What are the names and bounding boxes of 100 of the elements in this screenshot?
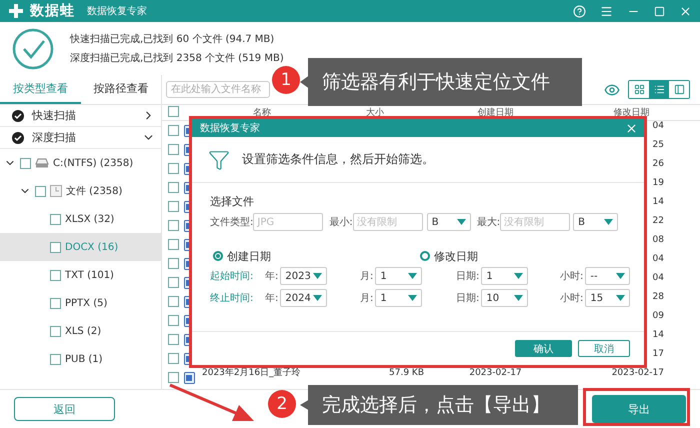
dropdown-icon bbox=[313, 273, 322, 279]
max-size-field[interactable]: 没有限制 bbox=[500, 213, 570, 231]
date-dropdown[interactable]: 10 bbox=[481, 289, 528, 307]
back-button[interactable]: 返回 bbox=[14, 397, 115, 421]
field-label: 月: bbox=[360, 270, 374, 283]
app-name: 数据蛙 bbox=[30, 2, 75, 20]
confirm-button[interactable]: 确认 bbox=[515, 340, 572, 357]
table-cell: 57.9 KB bbox=[389, 368, 424, 379]
date-type-radio[interactable]: 创建日期 bbox=[213, 248, 420, 264]
table-cell: 14 bbox=[652, 197, 664, 208]
checkbox[interactable] bbox=[168, 258, 179, 269]
checkbox[interactable] bbox=[168, 239, 179, 250]
column-header[interactable]: 创建日期 bbox=[428, 106, 563, 119]
search-field[interactable]: 在此处输入文件名称 bbox=[166, 81, 270, 98]
view-tab[interactable]: 按类型查看 bbox=[0, 75, 80, 104]
checkbox[interactable] bbox=[168, 163, 179, 174]
checkbox[interactable] bbox=[20, 158, 31, 168]
step-number: 2 bbox=[268, 390, 296, 418]
tree-item[interactable]: TXT (101) bbox=[0, 261, 161, 289]
checkbox[interactable] bbox=[168, 125, 179, 136]
close-icon[interactable] bbox=[679, 4, 692, 18]
checkbox[interactable] bbox=[168, 315, 179, 326]
maximize-icon[interactable] bbox=[654, 6, 665, 16]
date-dropdown[interactable]: 1 bbox=[375, 289, 422, 307]
drive-icon bbox=[35, 158, 49, 168]
unit-dropdown[interactable]: B bbox=[573, 213, 618, 231]
checkbox[interactable] bbox=[168, 296, 179, 307]
checkbox[interactable] bbox=[168, 372, 179, 383]
preview-eye-icon[interactable] bbox=[604, 82, 620, 98]
checkbox[interactable] bbox=[50, 270, 61, 280]
checkbox[interactable] bbox=[35, 186, 46, 196]
checkbox[interactable] bbox=[168, 220, 179, 231]
scan-item[interactable]: 快速扫描 bbox=[0, 105, 161, 127]
tree-item[interactable]: XLS (2) bbox=[0, 317, 161, 345]
close-icon[interactable] bbox=[625, 122, 638, 134]
window-title: 数据恢复专家 bbox=[87, 4, 147, 18]
date-dropdown[interactable]: 2023 bbox=[280, 267, 328, 285]
dropdown-icon bbox=[514, 273, 524, 279]
view-mode-button[interactable] bbox=[649, 81, 669, 98]
table-cell: 2023-02-17 bbox=[469, 368, 522, 379]
table-cell: 04 bbox=[652, 254, 664, 265]
unit-dropdown[interactable]: B bbox=[426, 213, 471, 231]
tree-item[interactable]: XLSX (32) bbox=[0, 205, 161, 233]
field-label: 年: bbox=[265, 270, 278, 283]
checkbox[interactable] bbox=[168, 106, 179, 117]
export-button[interactable]: 导出 bbox=[592, 395, 686, 423]
field-label: 小时: bbox=[560, 270, 584, 283]
tree-item[interactable]: PUB (1) bbox=[0, 345, 161, 373]
field-label: 年: bbox=[265, 292, 278, 305]
cancel-button[interactable]: 取消 bbox=[578, 340, 630, 357]
table-cell: 26 bbox=[652, 159, 664, 170]
column-header[interactable]: 名称 bbox=[202, 106, 322, 119]
dropdown-icon bbox=[456, 219, 466, 225]
checkbox[interactable] bbox=[50, 354, 61, 364]
column-header[interactable]: 大小 bbox=[322, 106, 428, 119]
date-dropdown[interactable]: 15 bbox=[585, 289, 630, 307]
date-dropdown[interactable]: 1 bbox=[481, 267, 528, 285]
table-cell: 2023-02-17 bbox=[612, 368, 664, 379]
table-cell: 22 bbox=[652, 216, 664, 227]
checkbox[interactable] bbox=[168, 144, 179, 155]
checkbox[interactable] bbox=[50, 214, 61, 224]
menu-icon[interactable] bbox=[600, 4, 613, 18]
checkbox[interactable] bbox=[168, 201, 179, 212]
checkbox[interactable] bbox=[168, 353, 179, 364]
date-type-radio[interactable]: 修改日期 bbox=[420, 248, 540, 264]
table-cell: 14 bbox=[652, 330, 664, 341]
checkbox[interactable] bbox=[50, 242, 61, 252]
view-tab[interactable]: 按路径查看 bbox=[80, 75, 161, 104]
folder-icon bbox=[50, 185, 62, 197]
field-label: 最小: bbox=[329, 216, 353, 229]
checkbox[interactable] bbox=[50, 298, 61, 308]
date-dropdown[interactable]: 2024 bbox=[280, 289, 328, 307]
scan-item[interactable]: 深度扫描 bbox=[0, 127, 161, 149]
table-cell: 19 bbox=[652, 178, 664, 189]
checkbox[interactable] bbox=[168, 277, 179, 288]
checkbox[interactable] bbox=[168, 334, 179, 345]
check-circle-icon bbox=[12, 110, 24, 122]
dropdown-icon bbox=[616, 273, 625, 279]
callout-tooltip: 完成选择后，点击【导出】 bbox=[300, 385, 578, 425]
field-label: 日期: bbox=[456, 270, 480, 283]
field-label: 小时: bbox=[560, 292, 584, 305]
tree-item[interactable]: PPTX (5) bbox=[0, 289, 161, 317]
tree-item[interactable]: 文件 (2358) bbox=[0, 177, 161, 205]
checkbox[interactable] bbox=[50, 326, 61, 336]
table-cell: 09 bbox=[652, 311, 664, 322]
table-cell: 2023年2月16日_董子玲 bbox=[202, 368, 301, 379]
date-dropdown[interactable]: 1 bbox=[375, 267, 422, 285]
callout-tooltip: 筛选器有利于快速定位文件 bbox=[300, 58, 582, 106]
dropdown-icon bbox=[408, 273, 418, 279]
tree-item[interactable]: C:(NTFS) (2358) bbox=[0, 149, 161, 177]
column-header[interactable]: 修改日期 bbox=[563, 106, 700, 119]
dialog-intro: 设置筛选条件信息，然后开始筛选。 bbox=[242, 151, 434, 168]
min-size-field[interactable]: 没有限制 bbox=[352, 213, 423, 231]
table-cell: 25 bbox=[652, 140, 664, 151]
field-label: 月: bbox=[360, 292, 374, 305]
checkbox[interactable] bbox=[168, 182, 179, 193]
help-icon[interactable] bbox=[573, 4, 586, 18]
plus-logo-icon bbox=[8, 3, 24, 19]
date-dropdown[interactable]: -- bbox=[585, 267, 630, 285]
table-cell: 08 bbox=[652, 235, 664, 246]
